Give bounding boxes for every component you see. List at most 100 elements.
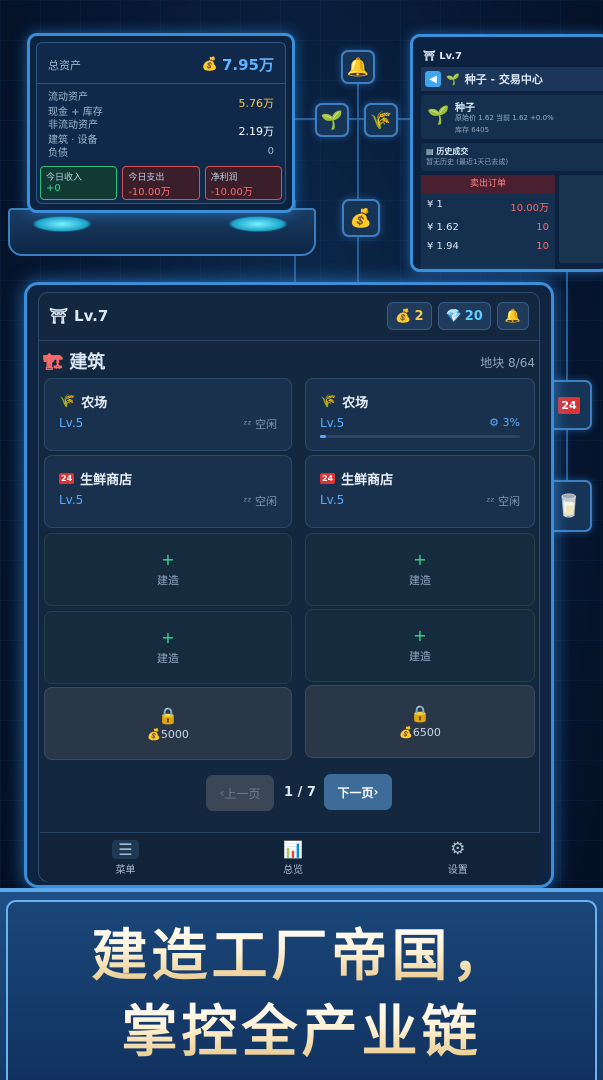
history-label: 历史成交: [436, 147, 469, 156]
order-row[interactable]: ¥ 1 10.00万: [421, 193, 555, 214]
net-profit-value: -10.00万: [210, 187, 253, 198]
promo-banner: 建造工厂帝国， 掌控全产业链: [0, 888, 603, 1080]
trade-history[interactable]: ▤ 历史成交 暂无历史 (最近1天已去成): [421, 143, 603, 171]
total-assets-value: 7.95万: [221, 56, 274, 74]
current-assets-label: 流动资产: [48, 92, 88, 103]
gear-icon: ⚙: [489, 416, 500, 429]
total-assets-label: 总资产: [48, 58, 81, 72]
plus-icon: +: [413, 625, 427, 645]
banner-line-1: 建造工厂帝国，: [8, 922, 595, 992]
slot-level: Lv.5: [320, 416, 345, 430]
order-row[interactable]: ¥ 1.62 10: [421, 214, 555, 233]
building-icon: 🏗: [43, 351, 64, 371]
current-assets-value: 5.76万: [238, 97, 275, 110]
today-income-card: 今日收入 +0: [40, 166, 118, 200]
banner-line-2: 掌控全产业链: [8, 998, 595, 1068]
building-slot[interactable]: 24 生鲜商店 Lv.5 ᶻᶻ 空闲: [44, 455, 292, 528]
sprout-icon: 🌱: [446, 72, 460, 86]
next-page-button[interactable]: 下一页 ›: [324, 774, 392, 810]
building-icon: ⛩: [423, 51, 436, 62]
trade-item-card: 🌱 种子 原始价 1.62 当前 1.62 +0.0% 库存 6405: [421, 95, 603, 139]
store-24-icon: 24: [320, 473, 336, 484]
gem-icon: 💎: [445, 308, 462, 324]
bell-icon: 🔔: [504, 308, 521, 324]
notification-button[interactable]: 🔔: [496, 302, 529, 330]
connector-line: [357, 70, 359, 285]
building-slot[interactable]: 🌾 农场 Lv.5 ᶻᶻ 空闲: [44, 378, 292, 451]
lock-icon: 🔒: [410, 704, 430, 723]
plot-count: 地块 8/64: [480, 356, 535, 370]
plus-icon: +: [161, 549, 175, 569]
store-24-icon: 24: [59, 473, 75, 484]
wheat-icon: 🌾: [369, 109, 393, 131]
trade-item-name: 种子: [455, 103, 475, 114]
slot-level: Lv.5: [320, 493, 345, 507]
progress-fill: [320, 435, 326, 438]
groceries-icon: 🥛: [555, 493, 583, 519]
finance-panel: 总资产 💰 7.95万 流动资产 现金 + 库存 5.76万 非流动资产 建筑 · 设…: [27, 33, 295, 213]
wheat-icon: 🌾: [59, 394, 76, 409]
money-bag-icon: 💰: [399, 726, 413, 739]
plus-icon: +: [161, 627, 175, 647]
locked-slot[interactable]: 🔒 💰6500: [305, 685, 535, 758]
liabilities-label: 负债: [48, 148, 68, 159]
slot-status: ᶻᶻ 空闲: [486, 495, 520, 508]
money-bag-icon: 💰: [201, 57, 218, 72]
chart-icon: 📊: [283, 839, 304, 859]
progress-track: [320, 435, 520, 438]
building-icon: ⛩: [49, 307, 69, 325]
page-indicator: 1 / 7: [284, 785, 316, 800]
wheat-node[interactable]: 🌾: [364, 103, 398, 137]
today-income-label: 今日收入: [46, 173, 83, 183]
slot-level: Lv.5: [59, 416, 84, 430]
bell-icon: 🔔: [346, 56, 370, 78]
money-bag-icon: 💰: [147, 728, 161, 741]
empty-slot[interactable]: + 建造: [305, 533, 535, 606]
empty-slot[interactable]: + 建造: [305, 609, 535, 682]
player-level: ⛩ Lv.7: [49, 307, 109, 325]
sell-orders: 卖出订单 ¥ 1 10.00万 ¥ 1.62 10 ¥ 1.94 10: [421, 175, 555, 269]
liabilities-value: 0: [267, 146, 274, 157]
menu-icon: ☰: [112, 839, 139, 859]
bell-node[interactable]: 🔔: [341, 50, 375, 84]
trade-header: ⛩ Lv.7: [423, 51, 463, 62]
slot-level: Lv.5: [59, 493, 84, 507]
plus-icon: +: [413, 549, 427, 569]
empty-slot[interactable]: + 建造: [44, 533, 292, 606]
trade-title: 种子 - 交易中心: [464, 73, 543, 86]
tab-overview[interactable]: 📊 总览: [283, 840, 303, 876]
back-icon[interactable]: ◀: [425, 71, 441, 87]
chart-icon: ▤: [426, 147, 434, 156]
gear-icon: ⚙: [450, 839, 466, 859]
noncurrent-assets-value: 2.19万: [238, 125, 275, 138]
sprout-icon: 🌱: [320, 109, 344, 131]
laptop-base: [8, 208, 316, 256]
money-bag-icon: 💰: [349, 207, 373, 229]
building-slot[interactable]: 24 生鲜商店 Lv.5 ᶻᶻ 空闲: [305, 455, 535, 528]
store-24-icon: 24: [558, 396, 580, 414]
net-profit-label: 净利润: [210, 173, 238, 183]
slot-status: ⚙ 3%: [489, 416, 520, 429]
sprout-node[interactable]: 🌱: [315, 103, 349, 137]
today-expense-card: 今日支出 -10.00万: [122, 166, 200, 200]
empty-slot[interactable]: + 建造: [44, 611, 292, 684]
sprout-icon: 🌱: [427, 105, 450, 126]
coins-pill[interactable]: 💰 2: [387, 302, 432, 330]
gems-pill[interactable]: 💎 20: [437, 302, 491, 330]
net-profit-card: 净利润 -10.00万: [204, 166, 282, 200]
money-node[interactable]: 💰: [342, 199, 380, 237]
slot-status: ᶻᶻ 空闲: [243, 495, 277, 508]
prev-page-button[interactable]: ‹ 上一页: [206, 775, 274, 811]
trade-title-bar: ◀ 🌱 种子 - 交易中心: [421, 67, 603, 91]
building-slot[interactable]: 🌾 农场 Lv.5 ⚙ 3%: [305, 378, 535, 451]
section-title: 🏗 建筑: [43, 351, 106, 374]
order-row[interactable]: ¥ 1.94 10: [421, 233, 555, 252]
noncurrent-assets-label: 非流动资产: [48, 120, 98, 131]
tab-menu[interactable]: ☰ 菜单: [112, 839, 139, 876]
locked-slot[interactable]: 🔒 💰5000: [44, 687, 292, 760]
money-bag-icon: 💰: [395, 308, 412, 324]
lock-icon: 🔒: [158, 706, 178, 725]
today-expense-label: 今日支出: [128, 173, 165, 183]
tab-settings[interactable]: ⚙ 设置: [448, 839, 468, 876]
trade-panel: ⛩ Lv.7 ◀ 🌱 种子 - 交易中心 🌱 种子 原始价 1.62 当前 1.…: [410, 34, 603, 272]
